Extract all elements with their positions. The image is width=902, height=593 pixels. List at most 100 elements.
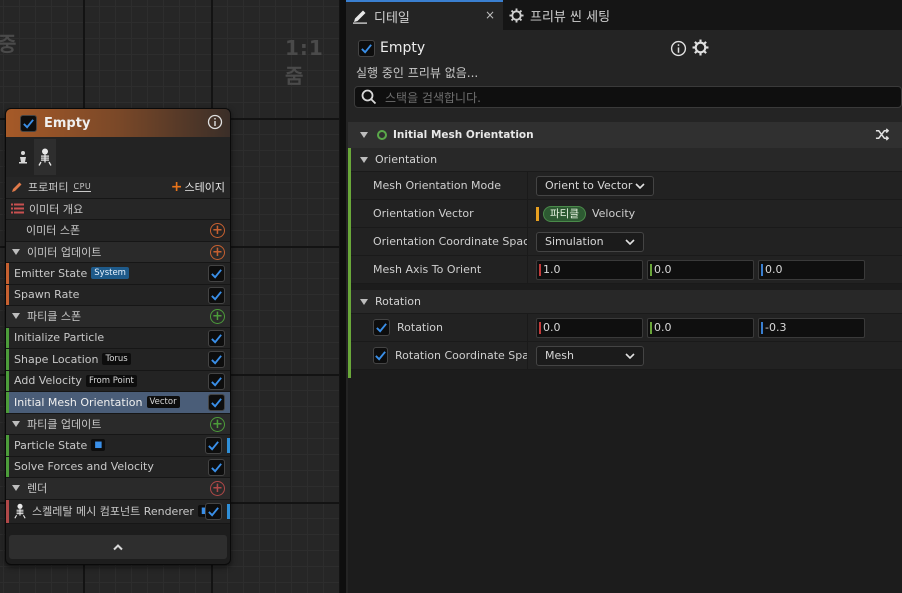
add-renderer-button[interactable]: + — [210, 481, 225, 496]
module-enable-checkbox[interactable] — [208, 372, 225, 390]
debug-bar — [227, 503, 230, 519]
dropdown-value: Mesh — [545, 349, 574, 362]
add-stage-button[interactable]: + 스테이지 — [171, 179, 225, 195]
preview-status: 실행 중인 프리뷰 없음... — [356, 66, 479, 80]
orientation-space-dropdown[interactable]: Simulation — [536, 231, 644, 252]
particle-spawn-section[interactable]: 파티클 스폰 + — [6, 306, 230, 328]
check-icon — [375, 351, 386, 361]
collapse-triangle-icon[interactable] — [360, 298, 368, 305]
emitter-summary-row[interactable]: 이미터 개요 — [6, 198, 230, 220]
emitter-enable-checkbox[interactable] — [20, 114, 37, 132]
emitter-node[interactable]: Empty 프로퍼티 CPU + 스테이지 이미터 개요 이미터 스폰 + 이미… — [5, 108, 231, 565]
check-icon — [211, 355, 222, 365]
skeleton-toggle[interactable] — [34, 139, 56, 175]
collapse-triangle-icon[interactable] — [12, 313, 20, 320]
module-row-solve-forces[interactable]: Solve Forces and Velocity — [6, 456, 230, 478]
check-icon — [23, 118, 34, 129]
module-enable-checkbox[interactable] — [208, 458, 225, 476]
module-row-renderer[interactable]: 스켈레탈 메시 컴포넌트 Renderer ■ — [6, 499, 230, 524]
mesh-toggle[interactable] — [12, 139, 34, 175]
module-enable-checkbox[interactable] — [208, 394, 225, 411]
stage-stripe — [6, 456, 9, 477]
properties-label: 프로퍼티 — [28, 181, 69, 195]
info-icon[interactable] — [207, 114, 223, 130]
close-icon[interactable]: × — [485, 8, 495, 22]
stage-stripe — [6, 349, 9, 370]
collapse-triangle-icon[interactable] — [360, 156, 368, 163]
module-row-shape-location[interactable]: Shape Location Torus — [6, 349, 230, 371]
chevron-down-icon — [635, 182, 645, 189]
add-emitter-update-module-button[interactable]: + — [210, 244, 225, 260]
emitter-enabled-checkbox[interactable] — [358, 40, 375, 57]
module-row-add-velocity[interactable]: Add Velocity From Point — [6, 370, 230, 392]
tab-details[interactable]: 디테일 × — [346, 0, 503, 30]
emitter-update-section[interactable]: 이미터 업데이트 + — [6, 241, 230, 263]
group-rotation[interactable]: Rotation — [348, 290, 902, 314]
module-badge: From Point — [85, 374, 137, 387]
collapse-triangle-icon[interactable] — [12, 485, 20, 492]
prop-value: Mesh — [528, 342, 902, 369]
rotation-space-enable-checkbox[interactable] — [373, 347, 388, 364]
module-row-spawn-rate[interactable]: Spawn Rate — [6, 284, 230, 306]
module-row-initial-mesh-orientation[interactable]: Initial Mesh Orientation Vector — [6, 392, 230, 414]
mesh-orientation-mode-dropdown[interactable]: Orient to Vector — [536, 175, 654, 196]
module-enable-checkbox[interactable] — [208, 351, 225, 368]
rotation-space-label: Rotation Coordinate Spac — [395, 349, 528, 362]
rotation-y-input[interactable]: 0.0 — [647, 317, 754, 338]
properties-row[interactable]: 프로퍼티 CPU + 스테이지 — [6, 177, 230, 199]
module-enable-checkbox[interactable] — [205, 437, 222, 454]
rotation-z-input[interactable]: -0.3 — [758, 317, 865, 338]
skeleton-icon — [14, 503, 26, 519]
module-row-emitter-state[interactable]: Emitter State System — [6, 263, 230, 285]
emitter-spawn-row[interactable]: 이미터 스폰 + — [6, 220, 230, 242]
particle-update-section[interactable]: 파티클 업데이트 + — [6, 413, 230, 435]
node-header[interactable]: Empty — [6, 109, 230, 137]
prop-value: Orient to Vector — [528, 172, 902, 199]
search-placeholder: 스택을 검색합니다. — [385, 90, 481, 105]
module-enable-checkbox[interactable] — [208, 286, 225, 304]
module-category-header[interactable]: Initial Mesh Orientation — [348, 122, 902, 148]
module-row-particle-state[interactable]: Particle State ■ — [6, 435, 230, 457]
axis-y-input[interactable]: 0.0 — [647, 259, 754, 280]
stage-stripe — [6, 327, 9, 348]
tab-preview-label: 프리뷰 씬 세팅 — [530, 9, 611, 25]
check-icon — [211, 398, 222, 408]
niagara-editor: 중 1:1 줌 Empty 프로퍼티 CPU + 스테이지 이미터 개요 이미터… — [0, 0, 902, 593]
gear-icon[interactable] — [692, 39, 709, 56]
add-particle-spawn-module-button[interactable]: + — [210, 309, 225, 324]
stack-search-input[interactable]: 스택을 검색합니다. — [354, 86, 902, 108]
particle-update-label: 파티클 업데이트 — [27, 417, 102, 431]
render-section[interactable]: 렌더 + — [6, 478, 230, 500]
prop-label: Mesh Orientation Mode — [348, 172, 528, 199]
rotation-space-dropdown[interactable]: Mesh — [536, 345, 644, 366]
info-icon[interactable] — [670, 40, 687, 57]
add-emitter-spawn-module-button[interactable]: + — [210, 223, 225, 238]
rotation-x-input[interactable]: 0.0 — [536, 317, 643, 338]
z-value: 0.0 — [765, 263, 783, 276]
rotation-enable-checkbox[interactable] — [373, 319, 390, 336]
collapse-triangle-icon[interactable] — [12, 420, 20, 427]
renderer-enable-checkbox[interactable] — [205, 502, 222, 520]
group-orientation[interactable]: Orientation — [348, 148, 902, 172]
rotation-label: Rotation — [397, 321, 444, 334]
module-enable-checkbox[interactable] — [208, 329, 225, 347]
collapse-node-button[interactable] — [9, 535, 227, 559]
tab-preview-settings[interactable]: 프리뷰 씬 세팅 — [503, 0, 620, 30]
emitter-summary-label: 이미터 개요 — [29, 202, 84, 216]
prop-value[interactable]: 파티클 Velocity — [528, 200, 902, 227]
x-value: 0.0 — [543, 321, 561, 334]
graph-canvas[interactable]: 중 1:1 줌 Empty 프로퍼티 CPU + 스테이지 이미터 개요 이미터… — [0, 0, 340, 593]
collapse-triangle-icon[interactable] — [360, 132, 368, 138]
module-details: Initial Mesh Orientation Orientation Mes… — [348, 122, 902, 593]
module-enable-checkbox[interactable] — [208, 265, 225, 282]
collapse-triangle-icon[interactable] — [12, 248, 20, 255]
z-value: -0.3 — [765, 321, 787, 334]
namespace-pill[interactable]: 파티클 — [543, 205, 586, 222]
module-row-initialize-particle[interactable]: Initialize Particle — [6, 327, 230, 349]
shuffle-icon[interactable] — [875, 127, 890, 142]
add-particle-update-module-button[interactable]: + — [210, 416, 225, 432]
renderer-label: 스켈레탈 메시 컴포넌트 Renderer — [32, 505, 194, 518]
prop-rotation: Rotation 0.0 0.0 -0.3 — [348, 314, 902, 342]
axis-z-input[interactable]: 0.0 — [758, 259, 865, 280]
axis-x-input[interactable]: 1.0 — [536, 259, 643, 280]
